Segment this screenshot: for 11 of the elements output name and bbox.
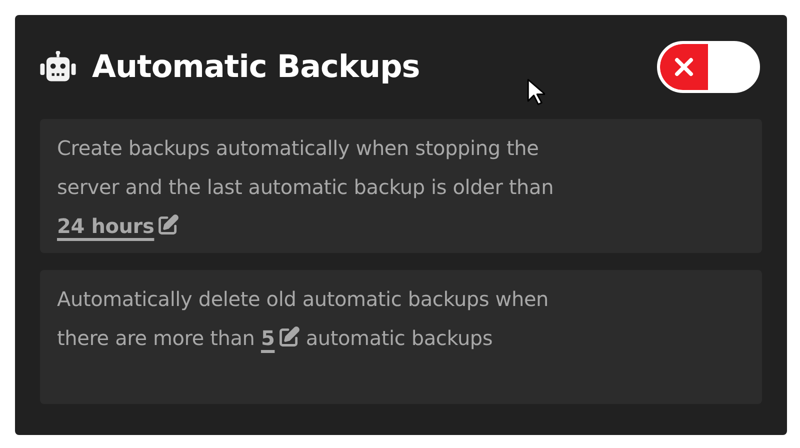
card-title: Automatic Backups [92,48,420,87]
edit-icon[interactable] [278,326,300,348]
close-icon [674,57,694,77]
cursor-icon [527,78,545,106]
toggle-switch[interactable] [657,41,760,93]
setting-description: Automatically delete old automatic backups when there are more than 5 automatic backups [57,286,550,352]
setting-value-link[interactable]: 5 [260,326,275,350]
edit-icon[interactable] [157,214,180,236]
setting-value-link[interactable]: 24 hours [57,214,154,238]
robot-icon [40,51,76,83]
setting-description: Create backups automatically when stopping the server and the last automatic backup is older than 24 hours [57,135,555,240]
